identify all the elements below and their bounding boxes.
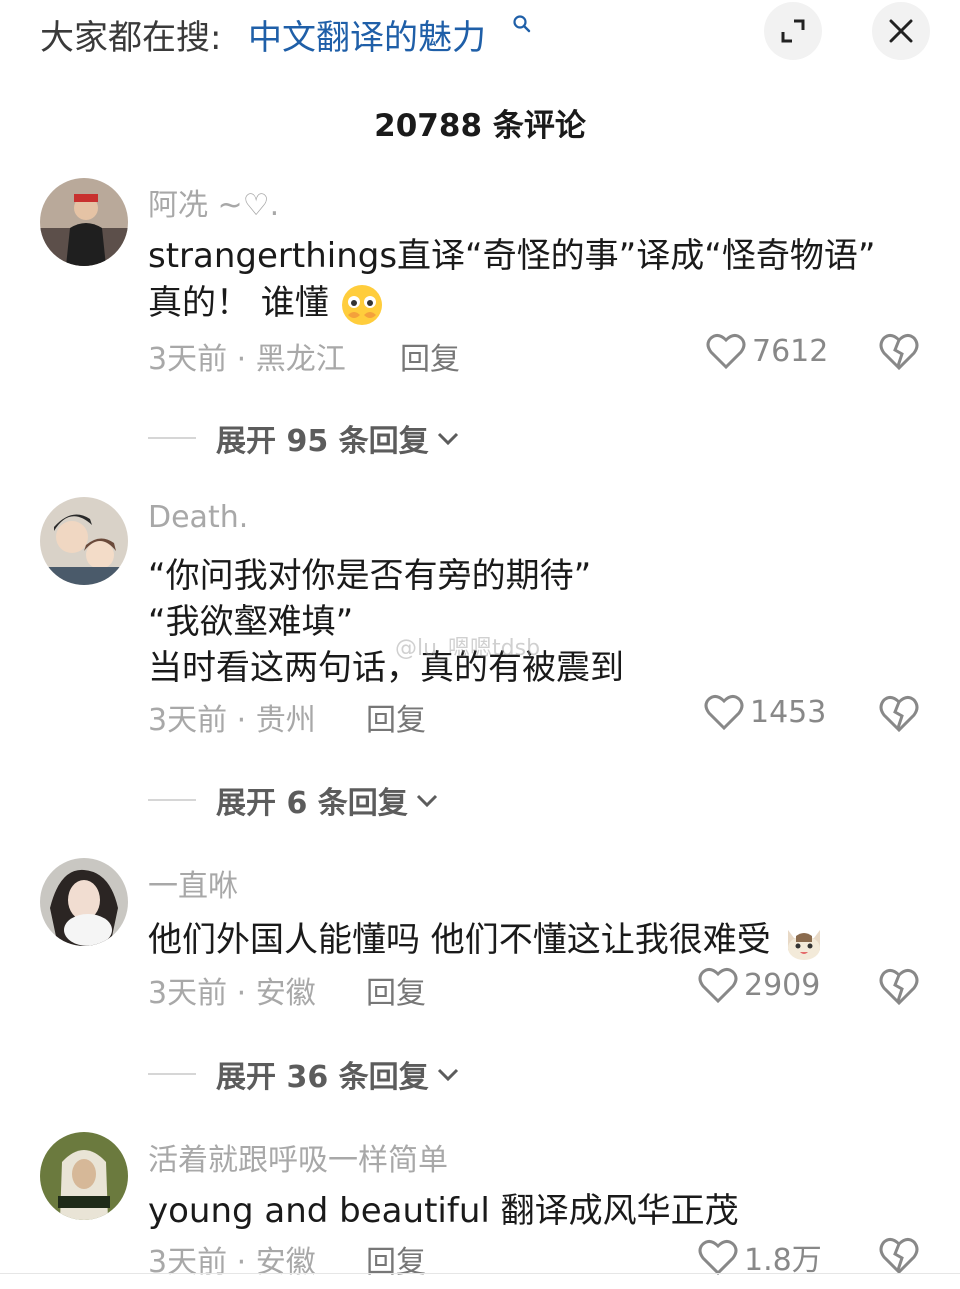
expand-replies[interactable]: 展开 6 条回复	[148, 778, 440, 822]
heart-icon	[704, 694, 744, 731]
chevron-down-icon	[416, 794, 437, 808]
crying-emoji-icon	[341, 284, 382, 325]
comment-username[interactable]: Death.	[148, 500, 248, 535]
comment-time-location: 3天前 · 黑龙江	[148, 342, 346, 377]
like-count: 7612	[752, 333, 829, 369]
broken-heart-icon[interactable]	[878, 965, 920, 1007]
expand-icon	[781, 19, 805, 43]
like-button[interactable]: 1453	[704, 693, 826, 731]
comment-username[interactable]: 一直咻	[148, 861, 238, 905]
chevron-down-icon	[437, 1068, 458, 1082]
heart-icon	[698, 1239, 738, 1276]
watermark: @lu_嗯嗯tdsb	[395, 636, 541, 661]
expand-replies[interactable]: 展开 95 条回复	[148, 416, 461, 460]
expand-replies-label: 展开 36 条回复	[216, 1060, 429, 1095]
comment-time-location: 3天前 · 安徽	[148, 976, 316, 1011]
divider	[148, 799, 196, 801]
comment-text-line: 他们外国人能懂吗 他们不懂这让我很难受	[148, 912, 826, 964]
comment-username[interactable]: 阿冼 ~♡.	[148, 180, 279, 224]
like-button[interactable]: 7612	[706, 332, 828, 370]
broken-heart-icon[interactable]	[878, 692, 920, 734]
close-button[interactable]	[872, 2, 930, 60]
avatar[interactable]	[40, 1132, 128, 1220]
comment-time-location: 3天前 · 贵州	[148, 703, 316, 738]
like-count: 2909	[744, 967, 821, 1003]
expand-replies[interactable]: 展开 36 条回复	[148, 1052, 461, 1096]
reply-button[interactable]: 回复	[366, 968, 426, 1012]
reply-button[interactable]: 回复	[400, 334, 460, 378]
reply-button[interactable]: 回复	[366, 1237, 426, 1281]
divider	[0, 1273, 960, 1274]
heart-icon	[698, 967, 738, 1004]
top-bar: 大家都在搜: 中文翻译的魅力	[0, 0, 960, 70]
like-count: 1453	[750, 694, 827, 730]
divider	[148, 437, 196, 439]
comment-text-line: strangerthings直译“奇怪的事”译成“怪奇物语”	[148, 236, 876, 276]
search-icon[interactable]	[512, 14, 532, 34]
comment-text-line: “你问我对你是否有旁的期待”	[148, 556, 592, 596]
expand-button[interactable]	[764, 2, 822, 60]
expand-replies-label: 展开 95 条回复	[216, 424, 429, 459]
comment-text-line: young and beautiful 翻译成风华正茂	[148, 1191, 739, 1231]
comment-text-fragment: 他们外国人能懂吗 他们不懂这让我很难受	[148, 920, 771, 960]
comment-time-location: 3天前 · 安徽	[148, 1245, 316, 1280]
comment-username[interactable]: 活着就跟呼吸一样简单	[148, 1135, 448, 1179]
broken-heart-icon[interactable]	[878, 330, 920, 372]
comment-count-title: 20788 条评论	[374, 108, 586, 144]
cat-emoji-icon	[787, 929, 820, 960]
comment-text-line: “我欲壑难填”	[148, 602, 354, 642]
search-term-link[interactable]: 中文翻译的魅力	[248, 10, 486, 59]
close-icon	[889, 19, 913, 43]
broken-heart-icon[interactable]	[878, 1234, 920, 1276]
search-prefix-label: 大家都在搜:	[40, 18, 222, 58]
avatar[interactable]	[40, 858, 128, 946]
expand-replies-label: 展开 6 条回复	[216, 786, 408, 821]
heart-icon	[706, 333, 746, 370]
chevron-down-icon	[437, 432, 458, 446]
reply-button[interactable]: 回复	[366, 695, 426, 739]
comment-text-line: 当时看这两句话，真的有被震到	[148, 648, 624, 688]
like-button[interactable]: 2909	[698, 966, 820, 1004]
avatar[interactable]	[40, 497, 128, 585]
comment-text-fragment: 真的！ 谁懂	[148, 283, 329, 323]
avatar[interactable]	[40, 178, 128, 266]
divider	[148, 1073, 196, 1075]
comment-text-line: 真的！ 谁懂	[148, 275, 384, 327]
